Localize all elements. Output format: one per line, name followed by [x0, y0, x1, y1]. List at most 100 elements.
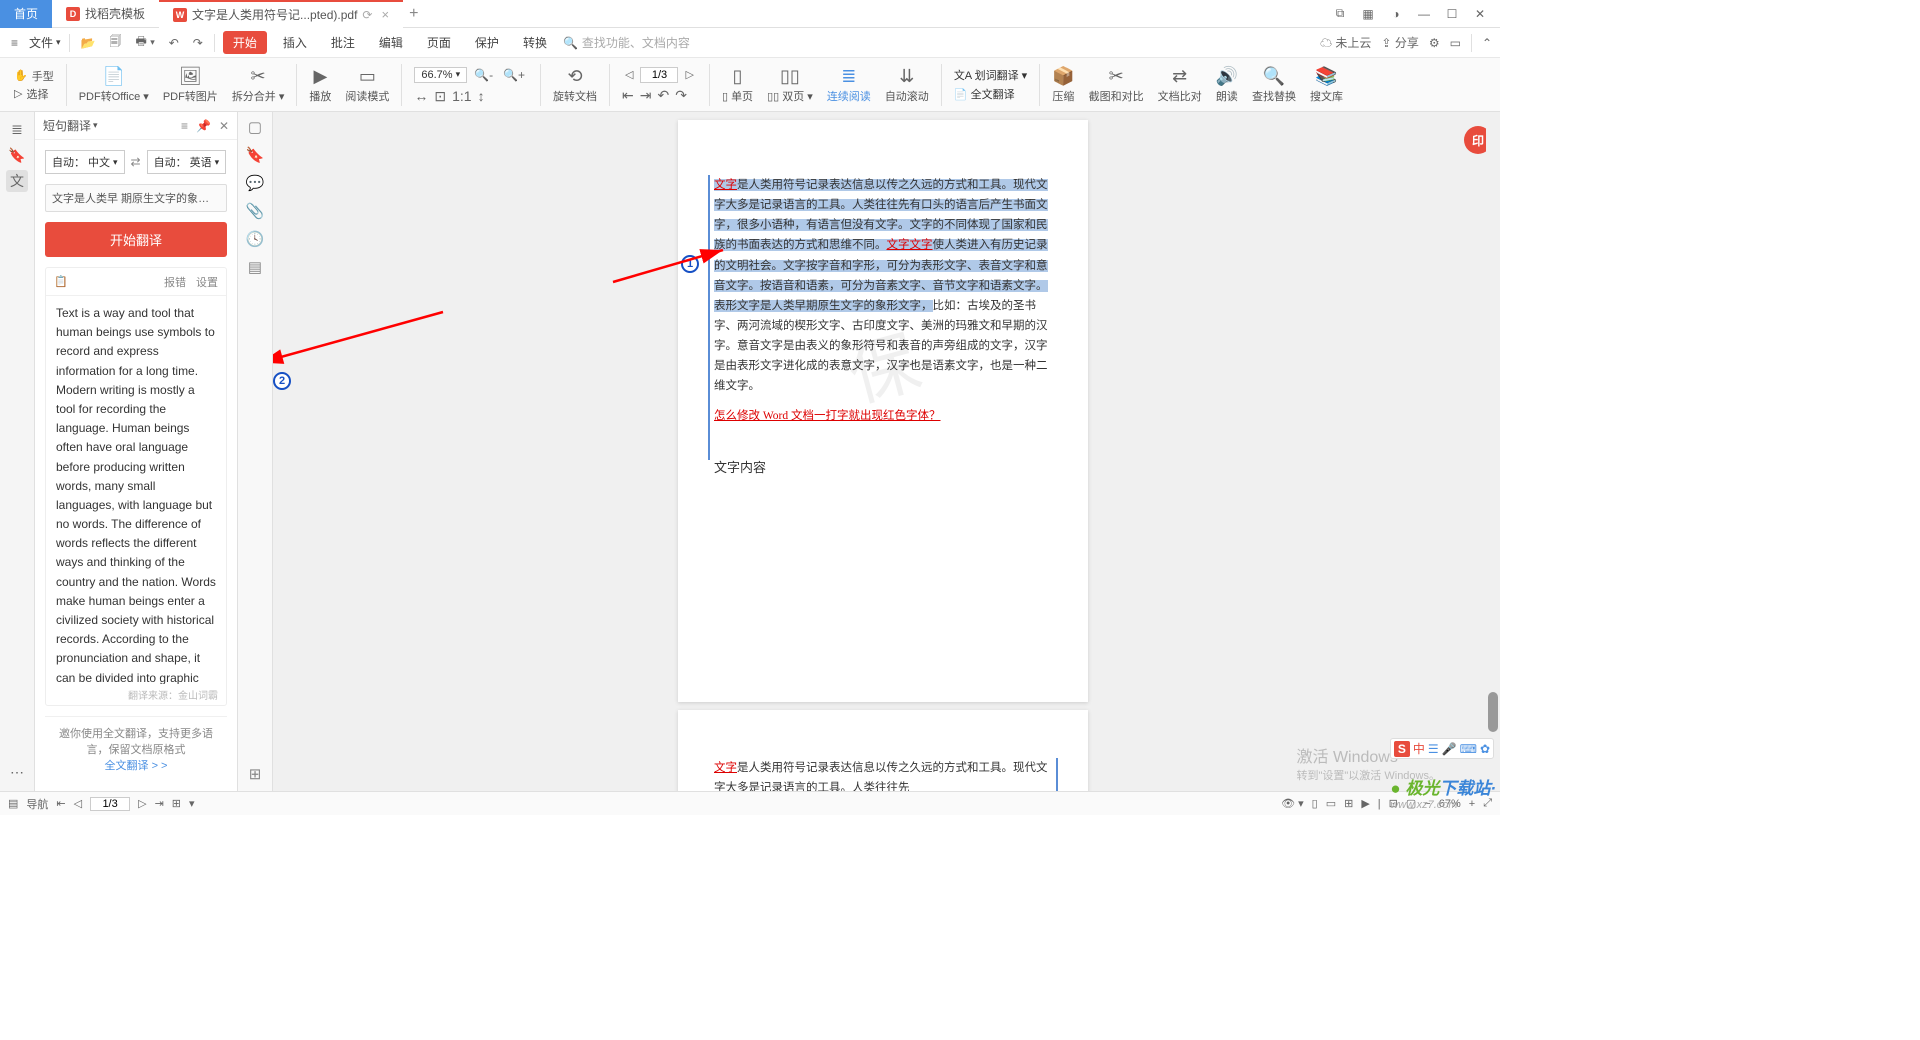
swap-lang-icon[interactable]: ⇄ — [131, 155, 141, 169]
share-button[interactable]: ⇪ 分享 — [1381, 34, 1418, 51]
sb-fit-icon[interactable]: ⊡ — [1389, 797, 1398, 810]
layout-icon[interactable]: ⧉ — [1328, 6, 1352, 21]
comment-icon[interactable]: 💬 — [246, 174, 265, 192]
zoom-value[interactable]: 66.7% ▾ — [414, 67, 467, 83]
sb-last-icon[interactable]: ⇥ — [155, 797, 164, 810]
page-indicator[interactable] — [640, 67, 678, 83]
sb-add-icon[interactable]: ⊞ — [172, 797, 181, 810]
open-icon[interactable]: 📂 — [78, 33, 99, 53]
source-text[interactable]: 文字是人类早 期原生文字的象形文字。 — [45, 184, 227, 212]
close-icon[interactable]: × — [381, 7, 389, 22]
hand-tool[interactable]: ✋ 手型 — [14, 68, 54, 84]
select-tool[interactable]: ▷ 选择 — [14, 86, 54, 102]
thumbnail-icon[interactable]: ▢ — [248, 118, 262, 136]
panel-toggle-icon[interactable]: ▭ — [1450, 36, 1461, 50]
double-page[interactable]: ▯▯▯▯ 双页 ▾ — [761, 66, 819, 104]
nav-protect[interactable]: 保护 — [467, 31, 507, 54]
tab-refresh-icon[interactable]: ⟳ — [362, 8, 372, 22]
panel-close-icon[interactable]: ✕ — [219, 119, 229, 133]
find-replace[interactable]: 🔍查找替换 — [1246, 66, 1302, 104]
maximize-icon[interactable]: ☐ — [1440, 7, 1464, 21]
compress[interactable]: 📦压缩 — [1046, 66, 1080, 104]
doc-compare[interactable]: ⇄文档比对 — [1152, 66, 1208, 104]
sb-next-icon[interactable]: ▷ — [138, 797, 146, 810]
next-page-icon[interactable]: ▷ — [682, 65, 696, 84]
hamburger-icon[interactable]: ≡ — [8, 33, 21, 53]
nav-start[interactable]: 开始 — [223, 31, 267, 54]
nav-back-icon[interactable]: ↶ — [657, 87, 669, 104]
first-page-icon[interactable]: ⇤ — [622, 87, 634, 104]
print-icon[interactable]: 🖶 ▾ — [133, 29, 158, 56]
pdf-to-image[interactable]: 🖼PDF转图片 — [157, 66, 224, 104]
sb-outline-icon[interactable]: ▤ — [8, 797, 18, 810]
sb-prev-icon[interactable]: ◁ — [74, 797, 82, 810]
attachment-icon[interactable]: 📎 — [246, 202, 265, 220]
play-button[interactable]: ▶播放 — [303, 66, 337, 104]
nav-page[interactable]: 页面 — [419, 31, 459, 54]
sb-zoom-value[interactable]: 67% — [1439, 798, 1461, 810]
report-error[interactable]: 报错 — [164, 274, 186, 290]
prev-page-icon[interactable]: ◁ — [622, 65, 636, 84]
settings-icon[interactable]: ⚙ — [1429, 36, 1440, 50]
collapse-ribbon-icon[interactable]: ⌃ — [1482, 36, 1492, 50]
sb-expand-icon[interactable]: ⤢ — [1483, 797, 1492, 810]
doc-link[interactable]: 怎么修改 Word 文档一打字就出现红色字体？ — [714, 410, 941, 422]
close-window-icon[interactable]: ✕ — [1468, 7, 1492, 21]
sb-view2-icon[interactable]: ▭ — [1326, 797, 1336, 810]
bookmark2-icon[interactable]: 🔖 — [246, 146, 265, 164]
minimize-icon[interactable]: — — [1412, 7, 1436, 21]
vertical-scrollbar[interactable] — [1486, 112, 1500, 791]
single-page[interactable]: ▯▯ 单页 — [716, 66, 759, 104]
pdf-page-1[interactable]: 保 文字是人类用符号记录表达信息以传之久远的方式和工具。现代文字大多是记录语言的… — [678, 120, 1088, 702]
nav-convert[interactable]: 转换 — [515, 31, 555, 54]
nav-fwd-icon[interactable]: ↷ — [675, 87, 687, 104]
zoom-in-icon[interactable]: 🔍+ — [500, 65, 528, 85]
full-translate-link[interactable]: 全文翻译 > > — [105, 760, 168, 772]
sb-page-input[interactable] — [90, 797, 130, 811]
rail-translate-icon[interactable]: 文 — [6, 170, 28, 192]
rail-more-icon[interactable]: ⋯ — [6, 761, 28, 783]
ime-toolbar[interactable]: S 中 ☰🎤⌨✿ — [1390, 738, 1494, 759]
sb-view1-icon[interactable]: ▯ — [1312, 797, 1318, 810]
fit-width-icon[interactable]: ↔ — [414, 88, 428, 105]
save-icon[interactable]: 🗐 — [107, 29, 125, 56]
layers-icon[interactable]: ▤ — [248, 258, 262, 276]
cloud-status[interactable]: ☁ 未上云 — [1320, 34, 1371, 51]
continuous-read[interactable]: ≣连续阅读 — [821, 66, 877, 104]
expand-rail-icon[interactable]: ⊞ — [249, 765, 262, 783]
nav-edit[interactable]: 编辑 — [371, 31, 411, 54]
pdf-page-2[interactable]: 文字是人类用符号记录表达信息以传之久远的方式和工具。现代文字大多是记录语言的工具… — [678, 710, 1088, 791]
tab-home[interactable]: 首页 — [0, 0, 52, 28]
split-merge[interactable]: ✂拆分合并 ▾ — [226, 66, 291, 104]
pdf-to-office[interactable]: 📄PDF转Office ▾ — [73, 66, 155, 104]
screenshot-compare[interactable]: ✂截图和对比 — [1083, 66, 1150, 104]
tab-template[interactable]: D 找稻壳模板 — [52, 0, 159, 28]
search-wenku[interactable]: 📚搜文库 — [1304, 66, 1349, 104]
new-tab-button[interactable]: + — [409, 5, 418, 23]
sb-nav-label[interactable]: 导航 — [26, 796, 48, 812]
read-aloud[interactable]: 🔊朗读 — [1210, 66, 1244, 104]
auto-scroll[interactable]: ⇊自动滚动 — [879, 66, 935, 104]
copy-icon[interactable]: 📋 — [54, 275, 68, 288]
rotate-doc[interactable]: ⟲旋转文档 — [547, 66, 603, 104]
sb-zoom-in[interactable]: + — [1469, 798, 1475, 810]
panel-pin-icon[interactable]: 📌 — [196, 119, 211, 133]
nav-insert[interactable]: 插入 — [275, 31, 315, 54]
fit-height-icon[interactable]: ↕ — [478, 88, 485, 105]
sb-first-icon[interactable]: ⇤ — [56, 797, 65, 810]
sb-rect-icon[interactable]: ▢ — [1406, 797, 1416, 810]
translate-button[interactable]: 开始翻译 — [45, 222, 227, 257]
lang-to[interactable]: 自动：英语 ▾ — [147, 150, 227, 174]
reading-mode[interactable]: ▭阅读模式 — [339, 66, 395, 104]
panel-list-icon[interactable]: ≡ — [181, 119, 188, 133]
skin-icon[interactable]: ◑ — [1384, 7, 1408, 21]
sb-eye-icon[interactable]: 👁 ▾ — [1281, 797, 1304, 810]
tab-active-pdf[interactable]: W 文字是人类用符号记...pted).pdf ⟳ × — [159, 0, 403, 28]
rail-bookmark-icon[interactable]: 🔖 — [6, 144, 28, 166]
undo-icon[interactable]: ↶ — [166, 33, 182, 53]
sb-more-icon[interactable]: ▾ — [189, 797, 195, 810]
sb-view3-icon[interactable]: ⊞ — [1344, 797, 1353, 810]
lang-from[interactable]: 自动：中文 ▾ — [45, 150, 125, 174]
fit-page-icon[interactable]: ⊡ — [434, 88, 446, 105]
sb-play-icon[interactable]: ▶ — [1361, 797, 1369, 810]
